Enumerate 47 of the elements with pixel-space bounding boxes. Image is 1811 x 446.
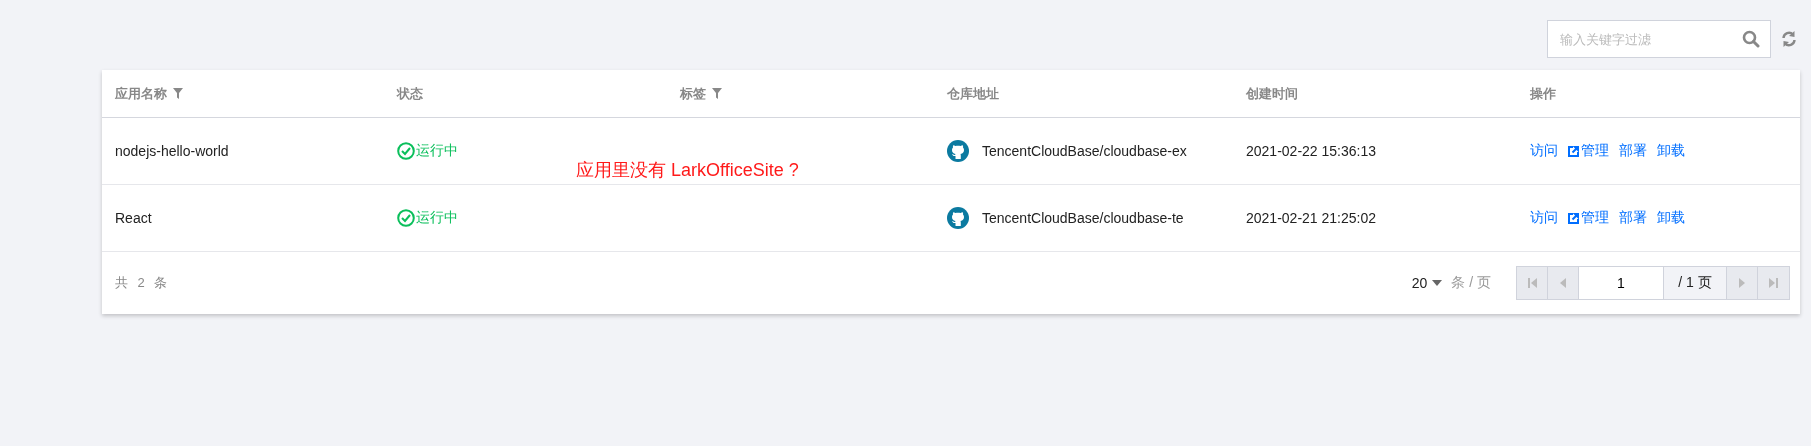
column-header: 操作 <box>1530 84 1556 103</box>
action-link[interactable]: 卸载 <box>1657 209 1685 227</box>
search-input[interactable]: 输入关键字过滤 <box>1558 30 1742 48</box>
created-time: 2021-02-21 21:25:02 <box>1246 210 1376 226</box>
action-link[interactable]: 管理 <box>1568 142 1609 160</box>
search-field[interactable]: 输入关键字过滤 <box>1547 20 1771 58</box>
action-link[interactable]: 部署 <box>1619 209 1647 227</box>
action-link[interactable]: 访问 <box>1530 142 1558 160</box>
action-link[interactable]: 管理 <box>1568 209 1609 227</box>
page-total: / 1 页 <box>1664 267 1727 299</box>
app-name: nodejs-hello-world <box>115 143 229 159</box>
action-link[interactable]: 访问 <box>1530 209 1558 227</box>
last-page-icon <box>1769 278 1778 288</box>
first-page-button[interactable] <box>1517 267 1548 299</box>
page-size-select[interactable]: 20 <box>1411 275 1443 291</box>
created-time: 2021-02-22 15:36:13 <box>1246 143 1376 159</box>
filter-icon[interactable] <box>173 88 183 99</box>
column-header: 状态 <box>397 84 423 103</box>
column-header[interactable]: 标签 <box>680 84 722 103</box>
status-text: 运行中 <box>416 142 458 160</box>
first-page-icon <box>1527 278 1537 288</box>
status-text: 运行中 <box>416 209 458 227</box>
annotation-text: 应用里没有 LarkOfficeSite ? <box>576 159 799 182</box>
repo-url: TencentCloudBase/cloudbase-te <box>982 210 1184 226</box>
external-link-icon <box>1568 145 1579 157</box>
page-size-unit: 条 / 页 <box>1451 274 1491 292</box>
refresh-icon[interactable] <box>1781 30 1797 48</box>
filter-icon[interactable] <box>712 88 722 99</box>
last-page-button[interactable] <box>1758 267 1789 299</box>
left-triangle-icon <box>1560 278 1566 288</box>
search-icon[interactable] <box>1742 30 1760 48</box>
action-link[interactable]: 部署 <box>1619 142 1647 160</box>
action-link[interactable]: 卸载 <box>1657 142 1685 160</box>
pagination-control[interactable]: 1 / 1 页 <box>1516 266 1790 300</box>
github-icon <box>947 140 969 162</box>
external-link-icon <box>1568 212 1579 224</box>
column-header[interactable]: 应用名称 <box>115 84 183 103</box>
github-icon <box>947 207 969 229</box>
column-header: 仓库地址 <box>947 84 999 103</box>
caret-icon <box>1432 280 1443 286</box>
right-triangle-icon <box>1739 278 1745 288</box>
app-name: React <box>115 210 152 226</box>
total-count: 共 2 条 <box>115 274 171 292</box>
prev-page-button[interactable] <box>1548 267 1579 299</box>
repo-url: TencentCloudBase/cloudbase-ex <box>982 143 1187 159</box>
column-header: 创建时间 <box>1246 84 1298 103</box>
next-page-button[interactable] <box>1727 267 1758 299</box>
